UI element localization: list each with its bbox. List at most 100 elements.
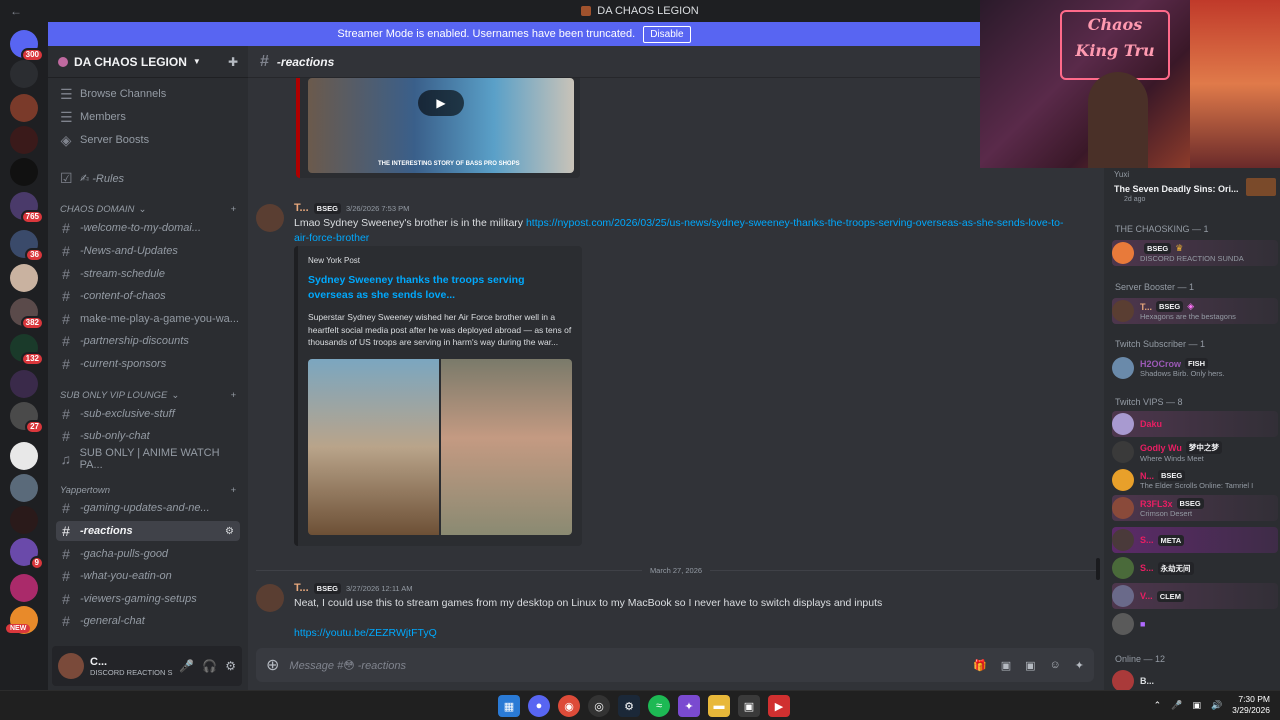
add-channel-icon[interactable]: + <box>230 204 236 215</box>
member-item[interactable]: S... META <box>1112 527 1278 553</box>
channel-make-me-play[interactable]: # make-me-play-a-game-you-wa... <box>56 309 240 329</box>
hourglass-icon[interactable] <box>10 60 38 88</box>
emoji-icon[interactable]: ☺ <box>1050 659 1061 672</box>
message-author[interactable]: T... <box>294 202 309 214</box>
server-icon[interactable] <box>10 94 38 122</box>
server-icon[interactable] <box>10 574 38 602</box>
server-icon[interactable] <box>10 506 38 534</box>
channel-anime-watch[interactable]: ♫ SUB ONLY | ANIME WATCH PA... <box>56 447 240 471</box>
embed-image[interactable] <box>308 358 439 535</box>
chevron-up-icon[interactable]: ⌃ <box>1154 700 1162 711</box>
activity-game[interactable]: The Seven Deadly Sins: Ori... <box>1114 184 1244 194</box>
server-icon[interactable] <box>10 158 38 186</box>
add-channel-icon[interactable]: + <box>230 390 236 401</box>
gift-icon[interactable]: 🎁 <box>973 659 987 672</box>
microphone-icon[interactable]: 🎤 <box>1171 700 1182 711</box>
creator-server-icon[interactable] <box>10 442 38 470</box>
avatar[interactable] <box>256 204 284 232</box>
channel-sub-exclusive[interactable]: # -sub-exclusive-stuff <box>56 404 240 424</box>
channel-general-chat[interactable]: # -general-chat <box>56 611 240 631</box>
guild-header[interactable]: DA CHAOS LEGION ▼ ✚ <box>48 46 248 78</box>
disable-button[interactable]: Disable <box>643 25 691 43</box>
message-author[interactable]: T... <box>294 582 309 594</box>
browse-channels[interactable]: ☰ Browse Channels <box>56 84 240 104</box>
app-icon[interactable]: ◎ <box>588 695 610 717</box>
app-icon[interactable]: ▶ <box>768 695 790 717</box>
channel-sub-only-chat[interactable]: # -sub-only-chat <box>56 426 240 446</box>
add-member-icon[interactable]: ✚ <box>228 55 238 69</box>
server-boosts-item[interactable]: ◈ Server Boosts <box>56 130 240 150</box>
channel-what-you-eatin[interactable]: # -what-you-eatin-on <box>56 566 240 586</box>
category-yappertown[interactable]: Yappertown + <box>60 485 236 496</box>
add-channel-icon[interactable]: + <box>230 485 236 496</box>
server-icon[interactable] <box>10 264 38 292</box>
message-input[interactable]: Message #😳 -reactions <box>289 659 406 672</box>
channel-welcome[interactable]: # -welcome-to-my-domai... <box>56 218 240 238</box>
member-item[interactable]: N... BSEG The Elder Scrolls Online: Tamrie… <box>1112 467 1278 493</box>
avatar[interactable] <box>58 653 84 679</box>
gif-icon[interactable]: ▣ <box>1001 659 1011 672</box>
server-folder[interactable]: 9 <box>10 538 44 570</box>
copilot-icon[interactable]: ✦ <box>678 695 700 717</box>
channel-partnership[interactable]: # -partnership-discounts <box>56 331 240 351</box>
channel-gaming-updates[interactable]: # -gaming-updates-and-ne... <box>56 498 240 518</box>
message-composer[interactable]: ⊕ Message #😳 -reactions 🎁 ▣ ▣ ☺ ✦ <box>256 648 1094 682</box>
store-icon[interactable]: ▣ <box>738 695 760 717</box>
embed-provider[interactable]: New York Post <box>308 256 572 265</box>
chrome-icon[interactable]: ◉ <box>558 695 580 717</box>
message-link[interactable]: https://youtu.be/ZEZRWjtFTyQ <box>294 627 437 639</box>
headphones-icon[interactable]: 🎧 <box>202 659 217 673</box>
member-item[interactable]: BSEG ♛ DISCORD REACTION SUNDA <box>1112 240 1278 266</box>
home-server-button[interactable]: 300 <box>10 30 44 62</box>
discord-icon[interactable]: ● <box>528 695 550 717</box>
member-item[interactable]: R3FL3x BSEG Crimson Desert <box>1112 495 1278 521</box>
avatar[interactable] <box>256 584 284 612</box>
server-icon[interactable] <box>10 370 38 398</box>
file-explorer-icon[interactable]: ▬ <box>708 695 730 717</box>
spotify-icon[interactable]: ≈ <box>648 695 670 717</box>
channel-news[interactable]: # -News-and-Updates <box>56 241 240 261</box>
channel-content-of-chaos[interactable]: # -content-of-chaos <box>56 286 240 306</box>
server-folder[interactable]: 27 <box>10 402 44 434</box>
activity-user[interactable]: Yuxi <box>1114 170 1129 179</box>
server-icon[interactable]: 132 <box>10 334 44 366</box>
member-item[interactable]: T... BSEG ◈ Hexagons are the bestagons <box>1112 298 1278 324</box>
channel-current-sponsors[interactable]: # -current-sponsors <box>56 354 240 374</box>
channel-gacha-pulls[interactable]: # -gacha-pulls-good <box>56 544 240 564</box>
guild-tag[interactable]: BSEG <box>313 582 341 594</box>
attach-plus-icon[interactable]: ⊕ <box>266 655 279 675</box>
apps-icon[interactable]: ✦ <box>1075 659 1084 672</box>
member-item[interactable]: H2OCrow FISH Shadows Birb. Only hers. <box>1112 355 1278 381</box>
back-arrow-icon[interactable]: ← <box>10 4 22 18</box>
steam-icon[interactable]: ⚙ <box>618 695 640 717</box>
embed-title[interactable]: Sydney Sweeney thanks the troops serving… <box>308 273 572 303</box>
member-item[interactable]: ■ <box>1112 611 1278 637</box>
video-thumbnail[interactable]: ▶ THE INTERESTING STORY OF BASS PRO SHOP… <box>308 78 574 173</box>
server-folder[interactable]: 36 <box>10 230 44 262</box>
category-chaos-domain[interactable]: CHAOS DOMAIN ⌄ + <box>60 204 236 215</box>
video-embed[interactable]: ▶ THE INTERESTING STORY OF BASS PRO SHOP… <box>296 78 580 178</box>
monitor-icon[interactable]: ▣ <box>1192 700 1201 711</box>
member-item[interactable]: S... 永劫无间 <box>1112 555 1278 581</box>
channel-reactions[interactable]: # -reactions ⚙ <box>56 521 240 541</box>
member-item[interactable]: V... CLEM <box>1112 583 1278 609</box>
server-folder[interactable]: 765 <box>10 192 44 224</box>
members-item[interactable]: ☰ Members <box>56 107 240 127</box>
embed-image[interactable] <box>441 358 572 535</box>
gear-icon[interactable]: ⚙ <box>225 526 234 537</box>
member-item[interactable]: Daku <box>1112 411 1278 437</box>
category-sub-only[interactable]: SUB ONLY VIP LOUNGE ⌄ + <box>60 390 236 401</box>
member-item[interactable]: Godly Wu 梦中之梦 Where Winds Meet <box>1112 439 1278 465</box>
microphone-icon[interactable]: 🎤 <box>179 659 194 673</box>
server-icon[interactable] <box>10 126 38 154</box>
gear-icon[interactable]: ⚙ <box>225 659 236 673</box>
guild-tag[interactable]: BSEG <box>313 202 341 214</box>
volume-icon[interactable]: 🔊 <box>1211 700 1222 711</box>
channel-stream-schedule[interactable]: # -stream-schedule <box>56 264 240 284</box>
server-icon[interactable] <box>10 474 38 502</box>
windows-start-icon[interactable]: ▦ <box>498 695 520 717</box>
clock[interactable]: 7:30 PM 3/29/2026 <box>1232 694 1270 716</box>
channel-viewers-setups[interactable]: # -viewers-gaming-setups <box>56 589 240 609</box>
play-icon[interactable]: ▶ <box>418 90 464 116</box>
channel-rules[interactable]: ☑ ✍ -Rules <box>56 168 240 188</box>
